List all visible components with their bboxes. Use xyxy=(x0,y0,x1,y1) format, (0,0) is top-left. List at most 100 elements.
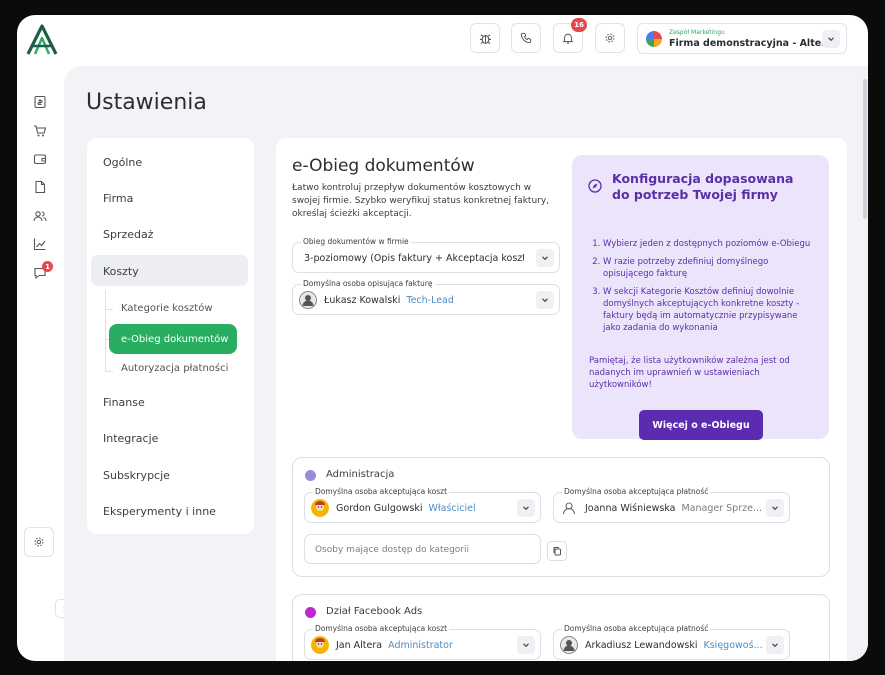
avatar xyxy=(299,291,317,309)
person-role: Manager Sprze... xyxy=(681,503,763,514)
app-window: 16 Zespół Marketingu Firma demonstracyjn… xyxy=(17,15,868,661)
bug-report-button[interactable] xyxy=(470,23,500,53)
nav-item-general[interactable]: Ogólne xyxy=(103,156,142,169)
chevron-down-icon[interactable] xyxy=(517,499,535,517)
chevron-down-icon[interactable] xyxy=(536,291,554,309)
payment-approver-select[interactable]: Domyślna osoba akceptująca płatność Arka… xyxy=(553,624,790,660)
company-team: Zespół Marketingu xyxy=(669,29,725,36)
field-label: Obieg dokumentów w firmie xyxy=(301,237,411,246)
cost-approver-select[interactable]: Domyślna osoba akceptująca koszt Jan Alt… xyxy=(304,624,541,660)
category-name: Dział Facebook Ads xyxy=(326,606,423,617)
person-role: Właściciel xyxy=(428,503,476,514)
nav-tree-branch xyxy=(105,309,113,310)
wallet-icon[interactable] xyxy=(32,151,48,167)
avatar xyxy=(560,636,578,654)
chevron-down-icon[interactable] xyxy=(517,636,535,654)
category-card: Dział Facebook Ads Domyślna osoba akcept… xyxy=(292,594,830,661)
chart-icon[interactable] xyxy=(32,236,48,252)
config-steps: Wybierz jeden z dostępnych poziomów e-Ob… xyxy=(593,238,815,340)
person-name: Arkadiusz Lewandowski xyxy=(585,640,698,651)
config-step: Wybierz jeden z dostępnych poziomów e-Ob… xyxy=(603,238,815,250)
user-icon xyxy=(562,502,576,515)
company-logo xyxy=(646,31,662,47)
compass-icon xyxy=(588,179,602,193)
copy-icon xyxy=(553,547,561,556)
nav-item-sales[interactable]: Sprzedaż xyxy=(103,228,154,241)
content-panel: e-Obieg dokumentów Łatwo kontroluj przep… xyxy=(276,138,847,661)
gear-icon xyxy=(605,33,615,43)
avatar xyxy=(311,499,329,517)
field-label: Domyślna osoba akceptująca koszt xyxy=(313,487,450,496)
copy-button[interactable] xyxy=(547,541,567,561)
company-switcher[interactable]: Zespół Marketingu Firma demonstracyjna -… xyxy=(637,23,847,54)
category-color-dot xyxy=(305,607,316,618)
configuration-info-card: Konfiguracja dopasowana do potrzeb Twoje… xyxy=(572,155,829,440)
chat-badge: 1 xyxy=(42,261,53,272)
more-about-e-workflow-button[interactable]: Więcej o e-Obiegu xyxy=(639,410,763,440)
person-entry: Jan Altera Administrator xyxy=(336,640,453,651)
altera-logo[interactable] xyxy=(25,24,59,56)
nav-item-integrations[interactable]: Integracje xyxy=(103,432,158,445)
avatar xyxy=(311,636,329,654)
person-name: Jan Altera xyxy=(336,640,383,651)
nav-item-subscriptions[interactable]: Subskrypcje xyxy=(103,469,170,482)
gear-icon xyxy=(34,537,44,547)
section-description: Łatwo kontroluj przepływ dokumentów kosz… xyxy=(292,183,550,219)
chevron-down-icon[interactable] xyxy=(822,30,840,48)
company-name: Firma demonstracyjna - Altera xyxy=(669,38,833,49)
main-area: Ustawienia Ogólne Firma Sprzedaż Koszty … xyxy=(64,66,868,661)
person-role: Księgowoś... xyxy=(703,640,763,651)
person-name: Joanna Wiśniewska xyxy=(585,503,676,514)
chevron-down-icon[interactable] xyxy=(766,636,784,654)
phone-icon xyxy=(520,32,532,44)
settings-nav: Ogólne Firma Sprzedaż Koszty Kategorie k… xyxy=(87,138,254,534)
category-name: Administracja xyxy=(326,469,395,480)
sidebar-settings-button[interactable] xyxy=(24,527,54,557)
page-title: Ustawienia xyxy=(86,90,207,115)
nav-item-costs[interactable]: Koszty xyxy=(103,265,139,278)
phone-button[interactable] xyxy=(511,23,541,53)
users-icon[interactable] xyxy=(32,208,48,224)
category-color-dot xyxy=(305,470,316,481)
field-label: Domyślna osoba akceptująca płatność xyxy=(562,487,711,496)
notifications-button[interactable]: 16 xyxy=(553,18,587,53)
default-describer-select[interactable]: Domyślna osoba opisująca fakturę Łukasz … xyxy=(292,279,560,315)
nav-sub-e-workflow[interactable]: e-Obieg dokumentów xyxy=(109,324,237,354)
nav-item-experiments[interactable]: Eksperymenty i inne xyxy=(103,505,216,518)
bug-icon xyxy=(479,33,491,44)
nav-item-company[interactable]: Firma xyxy=(103,192,133,205)
nav-item-finance[interactable]: Finanse xyxy=(103,396,145,409)
bell-icon xyxy=(562,33,574,44)
config-step: W razie potrzeby zdefiniuj domyślnego op… xyxy=(603,256,815,280)
nav-tree-branch xyxy=(105,371,113,372)
field-value: 3-poziomowy (Opis faktury + Akceptacja k… xyxy=(304,253,524,264)
workflow-level-select[interactable]: Obieg dokumentów w firmie 3-poziomowy (O… xyxy=(292,237,560,273)
invoice-icon[interactable] xyxy=(32,94,48,110)
field-label: Domyślna osoba akceptująca płatność xyxy=(562,624,711,633)
notification-badge: 16 xyxy=(571,18,587,32)
config-title: Konfiguracja dopasowana do potrzeb Twoje… xyxy=(612,171,794,202)
nav-sub-payment-authorization[interactable]: Autoryzacja płatności xyxy=(121,363,228,374)
section-title: e-Obieg dokumentów xyxy=(292,156,475,176)
person-entry: Łukasz Kowalski Tech-Lead xyxy=(324,295,454,306)
field-label: Domyślna osoba akceptująca koszt xyxy=(313,624,450,633)
field-label: Domyślna osoba opisująca fakturę xyxy=(301,279,435,288)
chevron-down-icon[interactable] xyxy=(536,249,554,267)
category-card: Administracja Domyślna osoba akceptująca… xyxy=(292,457,830,577)
config-step: W sekcji Kategorie Kosztów definiuj dowo… xyxy=(603,286,815,334)
category-access-input[interactable]: Osoby mające dostęp do kategorii xyxy=(304,534,541,564)
document-icon[interactable] xyxy=(32,179,48,195)
input-placeholder: Osoby mające dostęp do kategorii xyxy=(315,545,470,555)
person-role: Administrator xyxy=(388,640,453,651)
nav-sub-cost-categories[interactable]: Kategorie kosztów xyxy=(121,303,213,314)
config-note: Pamiętaj, że lista użytkowników zależna … xyxy=(589,356,790,390)
settings-button[interactable] xyxy=(595,23,625,53)
cost-approver-select[interactable]: Domyślna osoba akceptująca koszt Gordon … xyxy=(304,487,541,523)
cart-icon[interactable] xyxy=(32,123,48,139)
person-role: Tech-Lead xyxy=(406,295,454,306)
scrollbar[interactable] xyxy=(863,79,867,219)
person-name: Gordon Gulgowski xyxy=(336,503,423,514)
payment-approver-select[interactable]: Domyślna osoba akceptująca płatność Joan… xyxy=(553,487,790,523)
chevron-down-icon[interactable] xyxy=(766,499,784,517)
nav-tree-line xyxy=(105,290,106,372)
